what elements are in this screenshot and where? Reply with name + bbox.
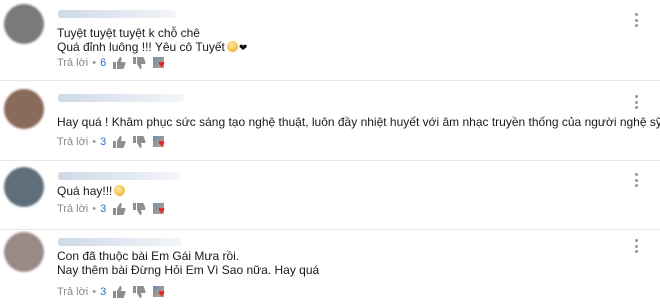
- comment-line: Quá đỉnh luông !!! Yêu cô Tuyết ❤: [57, 40, 248, 54]
- avatar[interactable]: [4, 232, 44, 272]
- comment-line: Tuyệt tuyệt tuyệt k chỗ chê: [57, 26, 200, 40]
- reply-button[interactable]: Trả lời: [57, 57, 88, 69]
- avatar[interactable]: [4, 4, 44, 44]
- author-name-blurred[interactable]: [58, 172, 180, 180]
- more-actions-icon[interactable]: [634, 95, 638, 109]
- black-heart-icon: ❤: [238, 43, 248, 54]
- comment-text: Hay quá ! Khâm phục sức sáng tạo nghệ th…: [57, 115, 660, 129]
- comment-actions: Trả lời • 3 ♥: [57, 134, 168, 150]
- thumbs-up-icon[interactable]: [112, 56, 126, 70]
- comment-actions: Trả lời • 6 ♥: [57, 55, 168, 71]
- separator-dot: •: [92, 203, 97, 215]
- comment-text: Con đã thuộc bài Em Gái Mưa rồi. Nay thê…: [57, 249, 319, 277]
- comment-line: Hay quá ! Khâm phục sức sáng tạo nghệ th…: [57, 115, 660, 129]
- comment-line: Con đã thuộc bài Em Gái Mưa rồi.: [57, 249, 240, 263]
- reply-button[interactable]: Trả lời: [57, 203, 88, 215]
- smile-emoji-icon: [114, 185, 126, 196]
- creator-heart-icon: ♥: [152, 285, 168, 300]
- comment-text: Quá hay!!!: [57, 184, 126, 198]
- like-count: 3: [100, 136, 107, 148]
- more-actions-icon[interactable]: [634, 13, 638, 27]
- thumbs-down-icon[interactable]: [132, 135, 146, 149]
- creator-heart-icon: ♥: [152, 202, 168, 217]
- reply-button[interactable]: Trả lời: [57, 136, 88, 148]
- comment-thread-3: Quá hay!!! Trả lời • 3 ♥: [0, 161, 660, 229]
- creator-heart-icon: ♥: [152, 56, 168, 71]
- author-name-blurred[interactable]: [58, 10, 176, 18]
- comment-thread-2: Hay quá ! Khâm phục sức sáng tạo nghệ th…: [0, 81, 660, 160]
- avatar[interactable]: [4, 89, 44, 129]
- author-name-blurred[interactable]: [58, 94, 184, 102]
- like-count: 6: [100, 57, 107, 69]
- author-name-blurred[interactable]: [58, 238, 182, 246]
- comment-text: Tuyệt tuyệt tuyệt k chỗ chê Quá đỉnh luô…: [57, 26, 247, 56]
- thumbs-down-icon[interactable]: [132, 56, 146, 70]
- more-actions-icon[interactable]: [634, 173, 638, 187]
- comment-line: Nay thêm bài Đừng Hỏi Em Vì Sao nữa. Hay…: [57, 263, 320, 277]
- comment-line: Quá hay!!!: [57, 184, 126, 198]
- thumbs-up-icon[interactable]: [112, 202, 126, 216]
- comment-thread-4: Con đã thuộc bài Em Gái Mưa rồi. Nay thê…: [0, 230, 660, 308]
- avatar[interactable]: [4, 167, 44, 207]
- comment-thread-1: Tuyệt tuyệt tuyệt k chỗ chê Quá đỉnh luô…: [0, 0, 660, 80]
- smile-emoji-icon: [226, 41, 238, 52]
- comment-actions: Trả lời • 3 ♥: [57, 201, 168, 217]
- thumbs-up-icon[interactable]: [112, 285, 126, 299]
- thumbs-up-icon[interactable]: [112, 135, 126, 149]
- thumbs-down-icon[interactable]: [132, 285, 146, 299]
- separator-dot: •: [92, 286, 97, 298]
- separator-dot: •: [92, 57, 97, 69]
- separator-dot: •: [92, 136, 97, 148]
- like-count: 3: [100, 286, 107, 298]
- reply-button[interactable]: Trả lời: [57, 286, 88, 298]
- comment-actions: Trả lời • 3 ♥: [57, 284, 168, 300]
- thumbs-down-icon[interactable]: [132, 202, 146, 216]
- more-actions-icon[interactable]: [634, 239, 638, 253]
- like-count: 3: [100, 203, 107, 215]
- creator-heart-icon: ♥: [152, 135, 168, 150]
